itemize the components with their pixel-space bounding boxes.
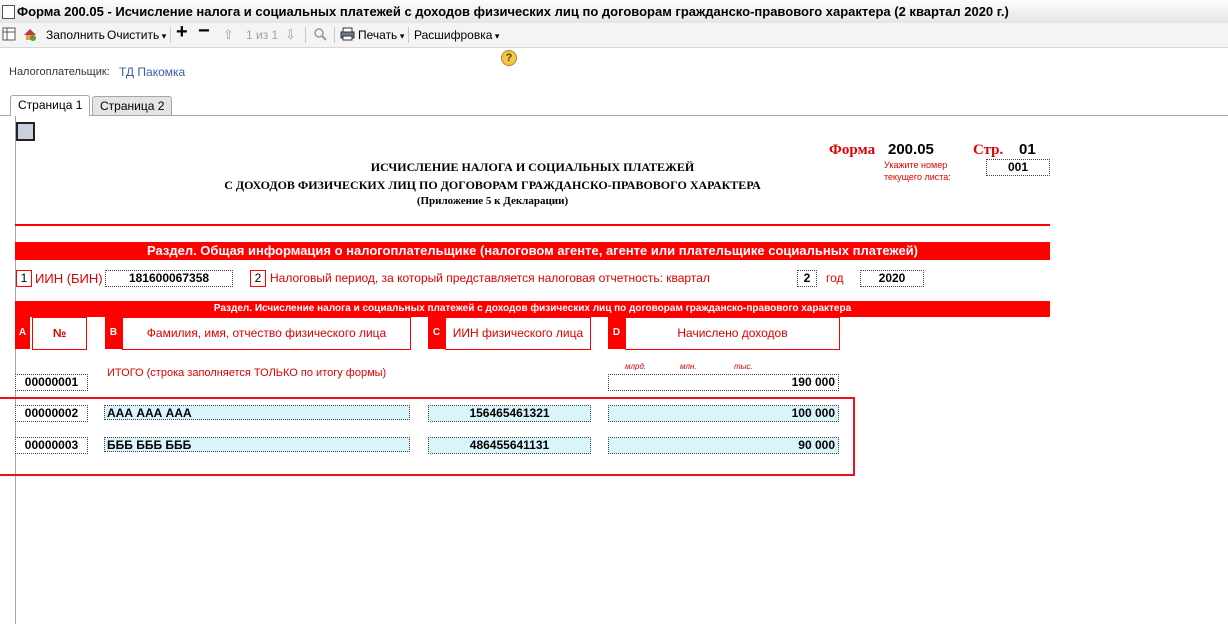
clear-button[interactable]: Очистить [107, 27, 166, 43]
section-2-title: Раздел. Исчисление налога и социальных п… [15, 301, 1050, 317]
field-2-number: 2 [250, 270, 266, 287]
page-number: 01 [1019, 141, 1036, 158]
page-marker [16, 122, 35, 141]
form-number: 200.05 [888, 141, 934, 158]
year-label: год [826, 271, 844, 285]
form-label: Форма [829, 142, 876, 158]
column-c-letter: C [428, 317, 445, 349]
search-icon[interactable] [313, 27, 327, 41]
page-label: Стр. [973, 142, 1004, 158]
unit-millions: млн. [680, 362, 697, 371]
fill-button[interactable]: Заполнить [46, 27, 105, 43]
print-button[interactable]: Печать [358, 27, 404, 43]
total-amount-field[interactable]: 190 000 [608, 374, 839, 391]
arrow-up-icon[interactable]: ⇧ [223, 27, 234, 43]
form-title-line-3: (Приложение 5 к Декларации) [416, 195, 569, 207]
form-icon [2, 5, 15, 19]
unit-thousands: тыс. [734, 362, 753, 371]
page-counter: 1 из 1 [246, 28, 279, 42]
column-b-header: Фамилия, имя, отчество физического лица [122, 317, 411, 350]
row-2-amount-field[interactable]: 90 000 [608, 437, 839, 454]
row-2-number: 00000003 [15, 437, 88, 454]
unit-billions: млрд. [625, 362, 647, 371]
row-2-name-field[interactable]: БББ БББ БББ [104, 437, 410, 452]
total-row-label: ИТОГО (строка заполняется ТОЛЬКО по итог… [107, 367, 387, 379]
tab-page-2[interactable]: Страница 2 [92, 96, 173, 115]
toolbar: Заполнить Очистить + − ⇧ 1 из 1 ⇩ Печать… [0, 21, 1228, 66]
row-1-amount-field[interactable]: 100 000 [608, 405, 839, 422]
field-1-label: ИИН (БИН) [35, 271, 103, 286]
row-1-number: 00000002 [15, 405, 88, 422]
window-title: Форма 200.05 - Исчисление налога и социа… [17, 4, 1009, 19]
column-d-letter: D [608, 317, 625, 349]
taxpayer-link[interactable]: ТД Пакомка [119, 65, 185, 79]
section-1-title: Раздел. Общая информация о налогоплатель… [15, 242, 1050, 260]
column-a-header: № [32, 317, 87, 350]
total-row-number: 00000001 [15, 374, 88, 391]
row-1-name-field[interactable]: ААА ААА ААА [104, 405, 410, 420]
column-a-letter: A [15, 317, 30, 349]
year-field[interactable]: 2020 [860, 270, 924, 287]
printer-icon[interactable] [340, 27, 355, 41]
arrow-down-icon[interactable]: ⇩ [285, 27, 296, 43]
column-b-letter: B [105, 317, 122, 349]
add-row-icon[interactable]: + [176, 22, 188, 42]
header-divider [15, 224, 1050, 226]
field-1-number: 1 [16, 270, 32, 287]
remove-row-icon[interactable]: − [198, 21, 210, 41]
column-d-header: Начислено доходов [625, 317, 840, 350]
table-icon[interactable] [2, 27, 16, 41]
quarter-field[interactable]: 2 [797, 270, 817, 287]
decode-button[interactable]: Расшифровка [414, 27, 499, 43]
taxpayer-label: Налогоплательщик: [9, 66, 110, 78]
field-2-label: Налоговый период, за который представляе… [270, 271, 710, 285]
column-c-header: ИИН физического лица [445, 317, 591, 350]
row-2-iin-field[interactable]: 486455641131 [428, 437, 591, 454]
fill-icon[interactable] [22, 26, 38, 42]
tab-page-1[interactable]: Страница 1 [10, 95, 91, 116]
help-icon[interactable]: ? [501, 50, 517, 66]
taxpayer-iin-field[interactable]: 181600067358 [105, 270, 233, 287]
form-title-line-1: ИСЧИСЛЕНИЕ НАЛОГА И СОЦИАЛЬНЫХ ПЛАТЕЖЕЙ [370, 160, 695, 174]
row-1-iin-field[interactable]: 156465461321 [428, 405, 591, 422]
form-title-line-2: С ДОХОДОВ ФИЗИЧЕСКИХ ЛИЦ ПО ДОГОВОРАМ ГР… [224, 178, 761, 192]
